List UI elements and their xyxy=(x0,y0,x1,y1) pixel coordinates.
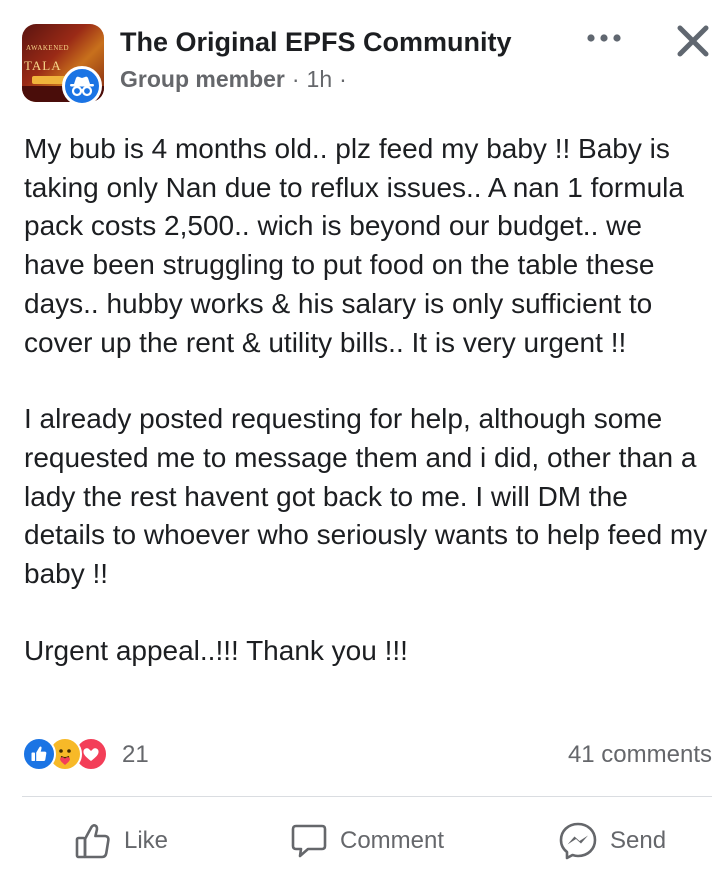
post-body: My bub is 4 months old.. plz feed my bab… xyxy=(24,130,710,670)
group-avatar[interactable]: AWAKENED TALA xyxy=(20,22,104,106)
group-name-link[interactable]: The Original EPFS Community xyxy=(120,27,512,58)
comment-bubble-icon xyxy=(291,824,327,858)
comment-button[interactable]: Comment xyxy=(290,818,444,864)
post-meta: Group member · 1h · xyxy=(120,66,354,93)
post-action-bar: Like Comment Send xyxy=(0,812,720,870)
divider xyxy=(22,796,712,797)
avatar-caption-main: TALA xyxy=(24,58,62,73)
post-paragraph: My bub is 4 months old.. plz feed my bab… xyxy=(24,133,684,358)
avatar-caption-top: AWAKENED xyxy=(26,44,70,52)
engagement-summary: 21 41 comments xyxy=(0,735,720,775)
meta-separator: · xyxy=(291,66,300,92)
comment-button-label: Comment xyxy=(340,827,445,854)
post-paragraph: Urgent appeal..!!! Thank you !!! xyxy=(24,634,408,666)
messenger-icon xyxy=(559,822,597,860)
like-button[interactable]: Like xyxy=(74,818,168,864)
send-button[interactable]: Send xyxy=(558,818,666,864)
post-time[interactable]: 1h xyxy=(307,66,333,93)
comments-count[interactable]: 41 comments xyxy=(568,741,712,769)
like-button-label: Like xyxy=(124,827,169,854)
thumbs-up-icon xyxy=(75,824,110,859)
post-header: AWAKENED TALA The Original EPFS Communit… xyxy=(0,0,720,110)
meta-trailing-separator: · xyxy=(339,66,347,92)
author-role[interactable]: Group member xyxy=(120,66,285,93)
reaction-icons[interactable] xyxy=(22,737,122,771)
anonymous-member-badge-icon xyxy=(62,66,102,106)
reaction-count[interactable]: 21 xyxy=(122,741,149,769)
like-reaction-icon xyxy=(22,737,56,771)
send-button-label: Send xyxy=(610,827,667,854)
post-paragraph: I already posted requesting for help, al… xyxy=(24,403,708,590)
more-options-icon[interactable] xyxy=(584,26,624,50)
close-icon[interactable] xyxy=(674,22,712,60)
